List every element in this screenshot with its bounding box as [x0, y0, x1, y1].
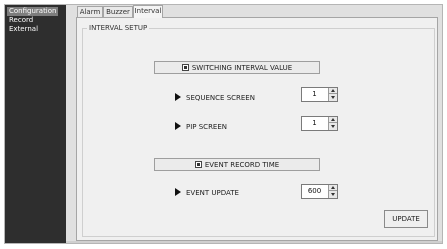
- event-update-value[interactable]: 600: [302, 185, 327, 198]
- sequence-screen-text: SEQUENCE SCREEN: [186, 94, 255, 102]
- app-window: Configuration Record External Alarm Buzz…: [4, 4, 443, 244]
- event-update-text: EVENT UPDATE: [186, 189, 239, 197]
- event-update-stepper[interactable]: 600: [301, 184, 338, 199]
- event-record-time-title: EVENT RECORD TIME: [204, 161, 280, 169]
- tab-alarm[interactable]: Alarm: [77, 6, 103, 17]
- tab-buzzer[interactable]: Buzzer: [103, 6, 133, 17]
- update-button[interactable]: UPDATE: [384, 210, 428, 228]
- pip-screen-value[interactable]: 1: [302, 117, 327, 130]
- interval-tab-panel: INTERVAL SETUP SWITCHING INTERVAL VALUE …: [76, 17, 438, 241]
- status-strip: [66, 241, 442, 243]
- triangle-right-icon: [175, 122, 181, 130]
- sidebar-item-external[interactable]: External: [7, 25, 40, 34]
- checkbox-icon: [181, 64, 189, 71]
- sequence-screen-value[interactable]: 1: [302, 88, 327, 101]
- spin-down-icon[interactable]: [328, 123, 337, 130]
- group-legend: INTERVAL SETUP: [87, 24, 150, 33]
- interval-setup-group: INTERVAL SETUP SWITCHING INTERVAL VALUE …: [82, 24, 435, 237]
- spin-down-icon[interactable]: [328, 94, 337, 101]
- spin-down-icon[interactable]: [328, 191, 337, 198]
- sequence-screen-stepper[interactable]: 1: [301, 87, 338, 102]
- main-content: Alarm Buzzer Interval INTERVAL SETUP SWI…: [66, 5, 442, 243]
- sequence-screen-label: SEQUENCE SCREEN: [175, 93, 255, 102]
- triangle-right-icon: [175, 188, 181, 196]
- switching-interval-title: SWITCHING INTERVAL VALUE: [191, 64, 293, 72]
- pip-screen-stepper[interactable]: 1: [301, 116, 338, 131]
- pip-screen-label: PIP SCREEN: [175, 122, 227, 131]
- event-update-label: EVENT UPDATE: [175, 188, 239, 197]
- switching-interval-header: SWITCHING INTERVAL VALUE: [154, 61, 320, 74]
- triangle-right-icon: [175, 93, 181, 101]
- pip-screen-text: PIP SCREEN: [186, 123, 228, 131]
- sidebar: Configuration Record External: [5, 5, 66, 243]
- checkbox-icon: [194, 161, 202, 168]
- tab-interval[interactable]: Interval: [133, 5, 163, 18]
- event-record-time-header: EVENT RECORD TIME: [154, 158, 320, 171]
- sidebar-item-configuration[interactable]: Configuration: [7, 7, 59, 16]
- sidebar-item-record[interactable]: Record: [7, 16, 35, 25]
